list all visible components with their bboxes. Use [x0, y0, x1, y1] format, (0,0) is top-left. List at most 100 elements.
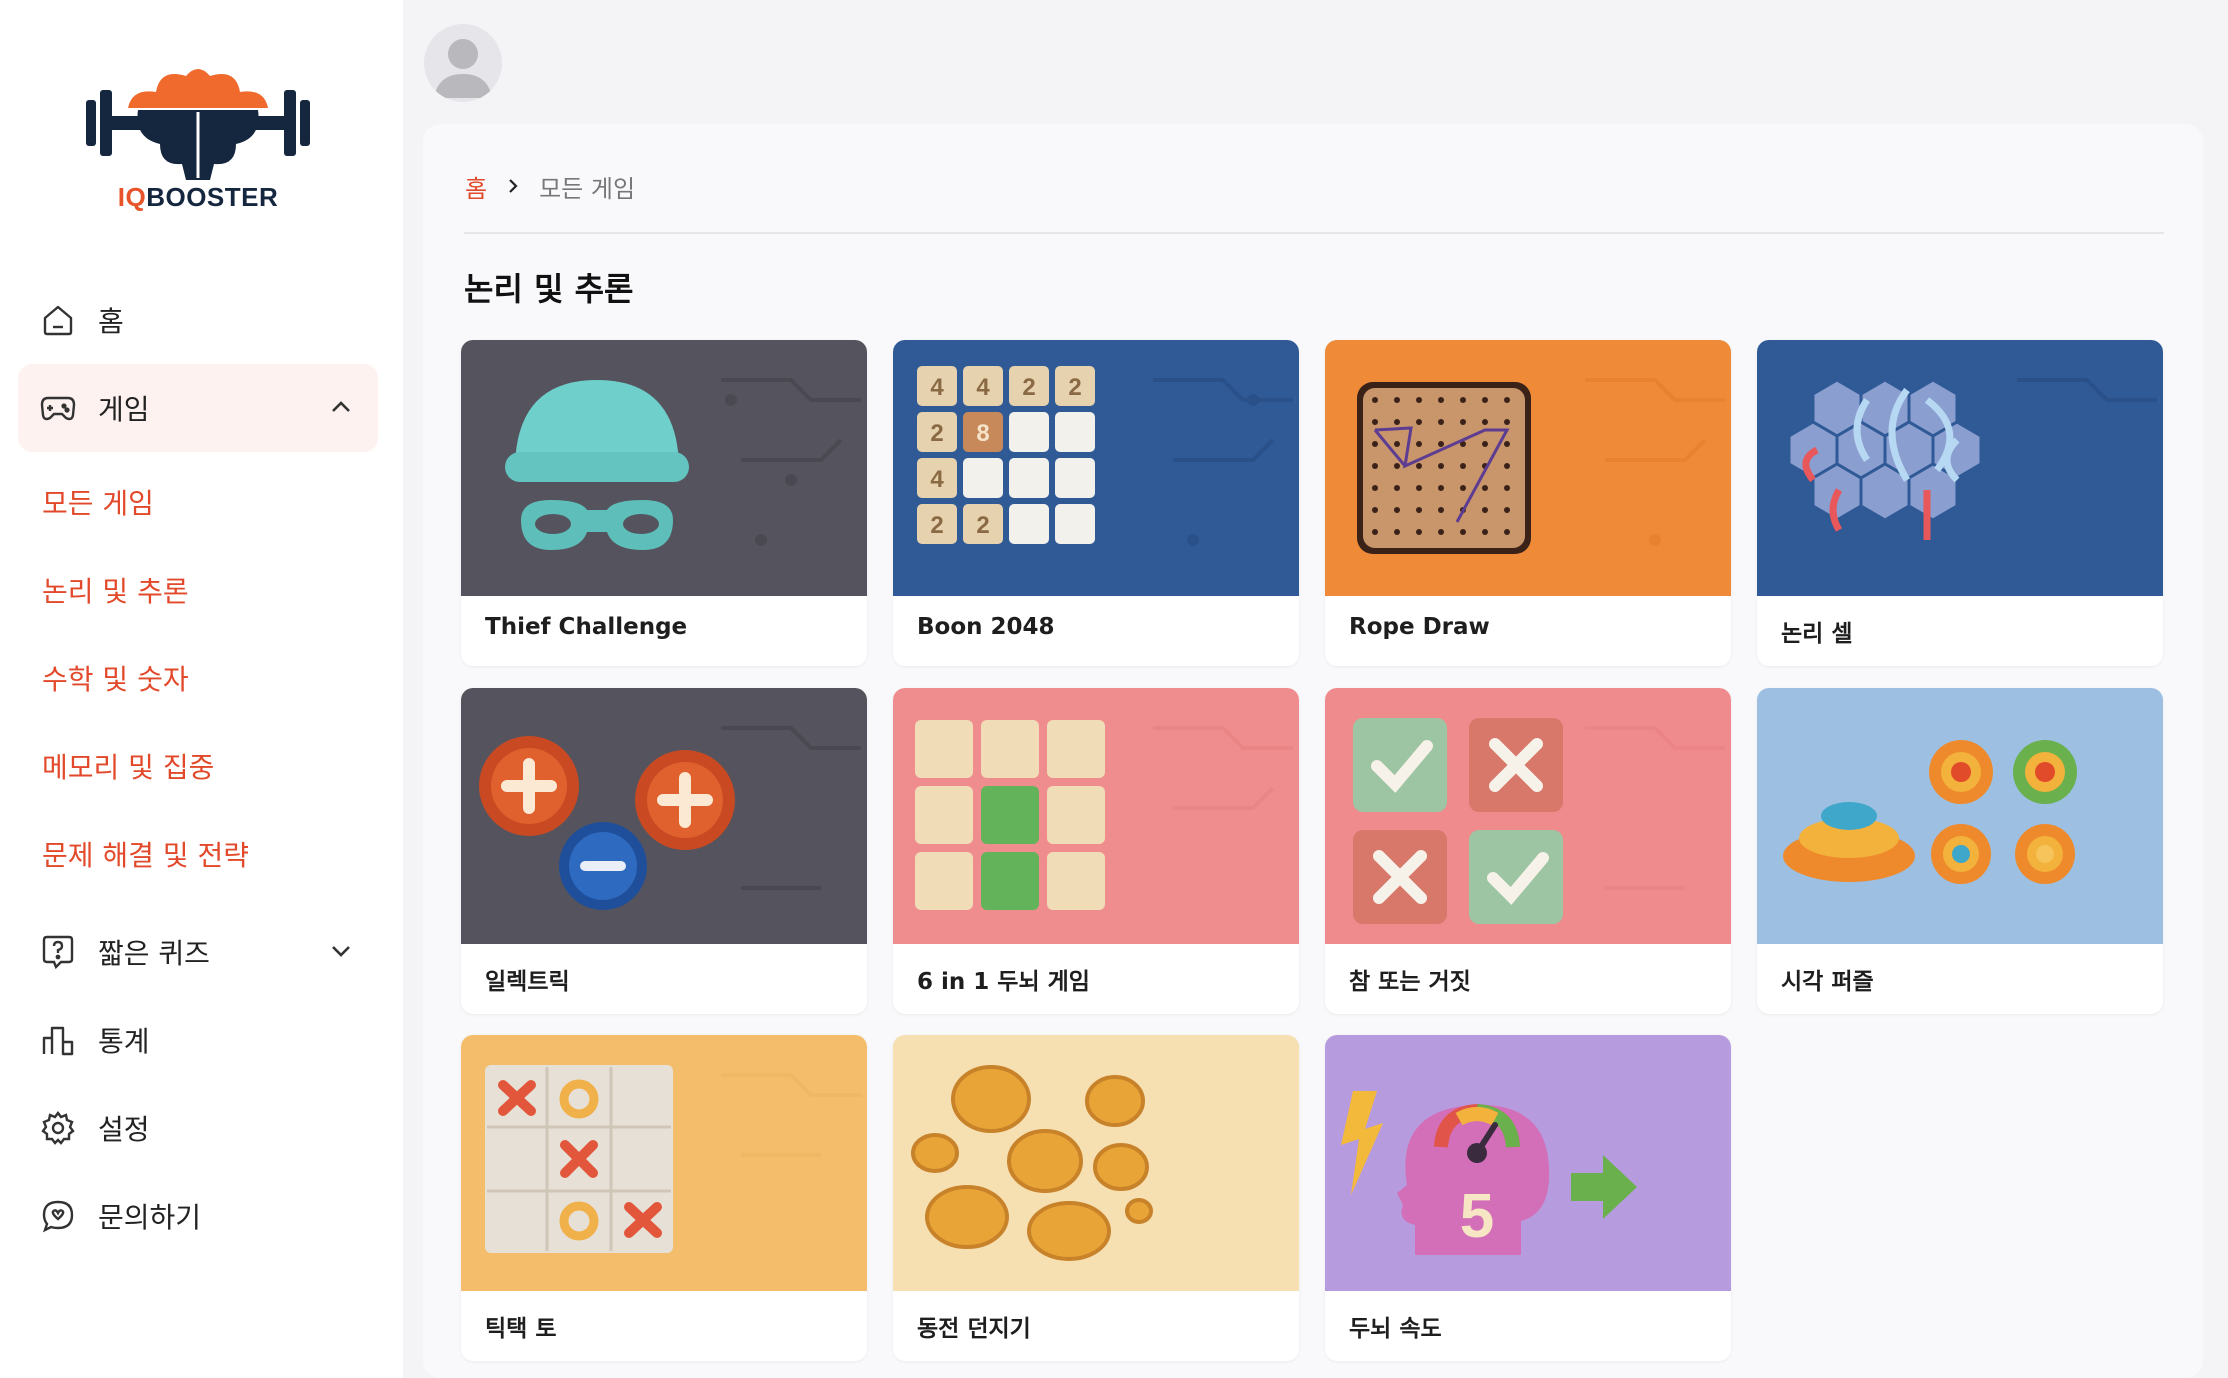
hexagon-puzzle-icon	[1757, 340, 2163, 596]
peg	[1372, 507, 1378, 513]
game-card-6in1[interactable]: 6 in 1 두뇌 게임	[893, 688, 1299, 1014]
nav-home[interactable]: 홈	[18, 276, 378, 364]
tile-number: 2	[1022, 374, 1035, 401]
peg	[1372, 463, 1378, 469]
grid-block	[915, 720, 973, 778]
peg	[1504, 441, 1510, 447]
gamepad-icon	[40, 390, 76, 426]
game-title: 두뇌 속도	[1349, 1316, 1442, 1342]
breadcrumb: 홈 모든 게임	[465, 168, 635, 204]
game-card-boon-2048[interactable]: 4 4 2 2 2 8 4 2 2 Boon 2048	[893, 340, 1299, 666]
tile	[963, 458, 1003, 498]
grid-block	[1047, 786, 1105, 844]
thief-mask-icon	[461, 340, 867, 596]
question-bubble-icon	[40, 934, 76, 970]
peg	[1482, 441, 1488, 447]
tile-number: 8	[976, 420, 989, 447]
peg	[1438, 419, 1444, 425]
speed-number: 5	[1460, 1182, 1494, 1251]
grid-block	[981, 786, 1039, 844]
tile-number: 4	[930, 466, 944, 493]
peg	[1394, 529, 1400, 535]
pegboard-icon	[1325, 340, 1731, 596]
peg	[1416, 441, 1422, 447]
game-title: 논리 셀	[1781, 621, 1853, 647]
game-title: 동전 던지기	[917, 1316, 1031, 1342]
tile-number: 2	[930, 512, 943, 539]
game-card-visual-puzzle[interactable]: 시각 퍼즐	[1757, 688, 2163, 1014]
nav-problem-solving[interactable]: 문제 해결 및 전략	[42, 836, 249, 876]
sidebar: IQBOOSTER 홈 게임 모든 게임 논리 및 추론 수학 및 숫자 메모리…	[0, 0, 403, 1378]
nav-memory-focus[interactable]: 메모리 및 집중	[42, 748, 214, 788]
peg	[1372, 485, 1378, 491]
nav-math-numbers[interactable]: 수학 및 숫자	[42, 660, 189, 700]
peg	[1372, 419, 1378, 425]
grid-block	[1047, 852, 1105, 910]
game-title: 6 in 1 두뇌 게임	[917, 969, 1090, 995]
tic-tac-toe-icon	[461, 1035, 867, 1291]
peg	[1460, 463, 1466, 469]
nav-contact-label: 문의하기	[98, 1201, 202, 1234]
game-title: Rope Draw	[1349, 614, 1490, 640]
peg	[1416, 397, 1422, 403]
nav-settings[interactable]: 설정	[18, 1084, 378, 1172]
peg	[1482, 529, 1488, 535]
chevron-down-icon	[332, 946, 350, 957]
peg	[1438, 441, 1444, 447]
game-card-logic-cell[interactable]: 논리 셀	[1757, 340, 2163, 666]
nav-settings-label: 설정	[98, 1113, 150, 1146]
nav-stats-label: 통계	[98, 1025, 150, 1058]
game-card-rope-draw[interactable]: Rope Draw	[1325, 340, 1731, 666]
peg	[1372, 529, 1378, 535]
peg	[1460, 397, 1466, 403]
check-cross-icon	[1325, 688, 1731, 944]
game-title: 참 또는 거짓	[1349, 969, 1471, 995]
tile-grid-icon: 4 4 2 2 2 8 4 2 2	[893, 340, 1299, 596]
nav-logic-reasoning[interactable]: 논리 및 추론	[42, 572, 189, 612]
nav-games[interactable]: 게임	[18, 364, 378, 452]
peg	[1416, 463, 1422, 469]
game-card-brain-speed[interactable]: 5 두뇌 속도	[1325, 1035, 1731, 1361]
grid-block	[981, 720, 1039, 778]
peg	[1504, 485, 1510, 491]
tile-number: 2	[976, 512, 989, 539]
nav-stats[interactable]: 통계	[18, 996, 378, 1084]
tile-number: 4	[976, 374, 990, 401]
peg	[1394, 441, 1400, 447]
peg	[1504, 529, 1510, 535]
peg	[1438, 529, 1444, 535]
nav-contact[interactable]: 문의하기	[18, 1172, 378, 1260]
peg	[1504, 507, 1510, 513]
peg	[1460, 419, 1466, 425]
game-card-true-false[interactable]: 참 또는 거짓	[1325, 688, 1731, 1014]
speed-head-icon: 5	[1325, 1035, 1731, 1291]
divider	[464, 232, 2164, 234]
nav-all-games[interactable]: 모든 게임	[42, 484, 154, 524]
nav-quiz[interactable]: 짧은 퀴즈	[18, 908, 378, 996]
tile	[1009, 412, 1049, 452]
tile	[1009, 504, 1049, 544]
nav-quiz-label: 짧은 퀴즈	[98, 937, 210, 970]
game-card-tic-tac-toe[interactable]: 틱택 토	[461, 1035, 867, 1361]
game-card-coin-toss[interactable]: 동전 던지기	[893, 1035, 1299, 1361]
game-card-electric[interactable]: 일렉트릭	[461, 688, 867, 1014]
chat-heart-icon	[40, 1198, 76, 1234]
peg	[1504, 419, 1510, 425]
grid-block	[915, 786, 973, 844]
grid-block	[981, 852, 1039, 910]
grid-block	[1047, 720, 1105, 778]
peg	[1482, 507, 1488, 513]
tile	[1009, 458, 1049, 498]
breadcrumb-home[interactable]: 홈	[465, 169, 487, 204]
user-avatar[interactable]	[424, 24, 502, 102]
peg	[1394, 463, 1400, 469]
coins-icon	[893, 1035, 1299, 1291]
game-title: 틱택 토	[485, 1316, 557, 1342]
tile	[1055, 412, 1095, 452]
peg	[1438, 485, 1444, 491]
peg	[1394, 419, 1400, 425]
game-title: Thief Challenge	[485, 614, 688, 640]
game-card-thief-challenge[interactable]: Thief Challenge	[461, 340, 867, 666]
peg	[1438, 463, 1444, 469]
tile-number: 4	[930, 374, 944, 401]
